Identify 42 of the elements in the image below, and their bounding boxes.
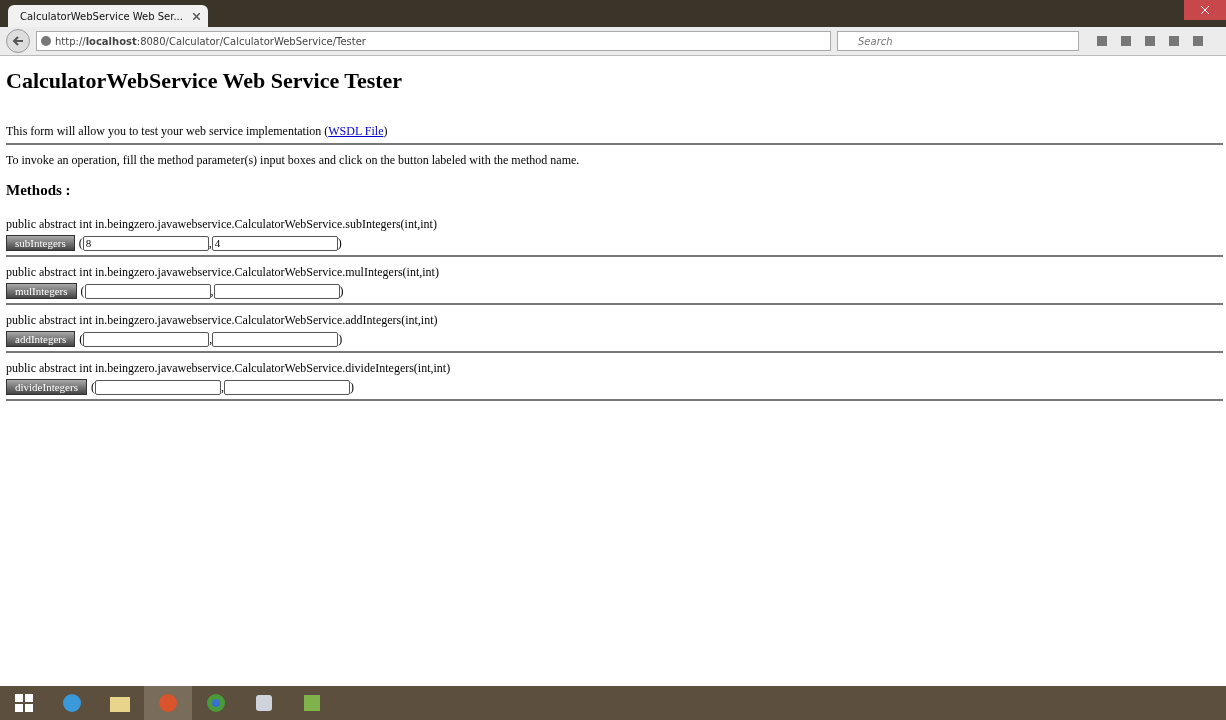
back-button[interactable]	[6, 29, 30, 53]
address-bar[interactable]: http://localhost:8080/Calculator/CalculatorWebService/Tester	[36, 31, 831, 51]
windows-icon	[15, 694, 33, 712]
paren-text: (	[90, 379, 95, 395]
close-tab-icon[interactable]	[193, 12, 200, 20]
parameter-field[interactable]	[94, 379, 221, 395]
close-icon	[1201, 6, 1209, 14]
paren-text: )	[337, 235, 342, 251]
method-signature: public abstract int in.beingzero.javawebservice.CalculatorWebService.addIntegers(int,int)	[6, 313, 439, 328]
paren-text: (	[79, 331, 84, 347]
globe-icon	[41, 36, 51, 46]
paren-text: )	[339, 283, 344, 299]
parameter-field[interactable]	[212, 331, 339, 347]
comma-text: ,	[209, 331, 213, 347]
paren-text: )	[338, 331, 343, 347]
parameter-field[interactable]	[213, 283, 340, 299]
comma-text: ,	[220, 379, 224, 395]
paren-text: (	[80, 283, 85, 299]
method-button[interactable]: addIntegers	[6, 331, 76, 347]
intro-text: This form will allow you to test your web service implementation (WSDL File)	[6, 124, 389, 139]
parameter-field[interactable]	[83, 331, 210, 347]
comma-text: ,	[210, 283, 214, 299]
paren-text: (	[78, 235, 83, 251]
method-signature: public abstract int in.beingzero.javawebservice.CalculatorWebService.divideIntegers(int,int)	[6, 361, 452, 376]
method-signature: public abstract int in.beingzero.javawebservice.CalculatorWebService.mulIntegers(int,int)	[6, 265, 440, 280]
paren-text: )	[349, 379, 354, 395]
parameter-field[interactable]: 4	[211, 235, 338, 251]
wsdl-link[interactable]: WSDL File	[328, 124, 384, 138]
page-title: CalculatorWebService Web Service Tester	[6, 68, 404, 94]
search-field[interactable]: Search	[837, 31, 1079, 51]
method-button[interactable]: subIntegers	[6, 235, 75, 251]
instructions-text: To invoke an operation, fill the method parameter(s) input boxes and click on the button labeled with the method name.	[6, 153, 581, 168]
method-signature: public abstract int in.beingzero.javawebservice.CalculatorWebService.subIntegers(int,int)	[6, 217, 438, 232]
methods-heading: Methods :	[6, 182, 72, 199]
browser-tab[interactable]: CalculatorWebService Web Ser...	[8, 5, 208, 27]
back-arrow-icon	[12, 35, 24, 47]
method-button[interactable]: divideIntegers	[6, 379, 87, 395]
parameter-field[interactable]	[223, 379, 350, 395]
method-button[interactable]: mulIntegers	[6, 283, 77, 299]
comma-text: ,	[208, 235, 212, 251]
parameter-field[interactable]	[84, 283, 211, 299]
parameter-field[interactable]: 8	[82, 235, 209, 251]
